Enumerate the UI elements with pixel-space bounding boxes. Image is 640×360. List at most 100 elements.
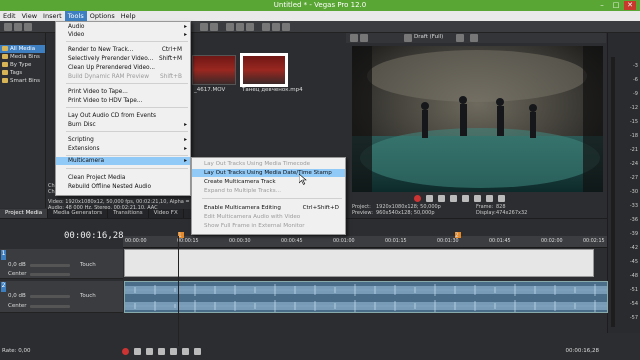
- tree-item-all-media[interactable]: All Media: [0, 45, 45, 53]
- menu-item-extensions[interactable]: Extensions ▸: [56, 145, 190, 153]
- record-icon[interactable]: [122, 348, 129, 355]
- maximize-icon[interactable]: □: [610, 1, 622, 10]
- track-number: 1: [1, 250, 6, 260]
- track-header-audio[interactable]: 2 0,0 dB Center Touch: [0, 281, 123, 313]
- menu-item-build-ram-preview: Build Dynamic RAM Preview Shift+B: [68, 74, 182, 80]
- audio-event[interactable]: [124, 281, 608, 313]
- copy-icon[interactable]: [236, 23, 244, 31]
- menu-item-clean-project-media[interactable]: Clean Project Media: [56, 174, 190, 182]
- external-monitor-icon[interactable]: [404, 34, 412, 42]
- snapshot-icon[interactable]: [470, 34, 478, 42]
- folder-icon: [2, 62, 8, 67]
- track-volume-slider[interactable]: [30, 295, 70, 298]
- tree-item-tags[interactable]: Tags: [0, 69, 45, 77]
- menu-item-expand-to-multiple: Expand to Multiple Tracks...: [204, 188, 281, 194]
- menu-item-scripting[interactable]: Scripting ▸: [56, 136, 190, 144]
- pause-icon[interactable]: [158, 348, 165, 355]
- app-window: Untitled * - Vegas Pro 12.0 – □ ✕ Edit V…: [0, 0, 640, 360]
- menu-item-multicamera[interactable]: Multicamera ▸: [56, 157, 190, 165]
- track-pan-slider[interactable]: [30, 273, 70, 276]
- track-automation[interactable]: Touch: [80, 293, 96, 299]
- paste-icon[interactable]: [246, 23, 254, 31]
- tree-item-by-type[interactable]: By Type: [0, 61, 45, 69]
- menu-item-print-video-to-hdv[interactable]: Print Video to HDV Tape...: [56, 97, 190, 105]
- play-from-start-icon[interactable]: [438, 195, 445, 202]
- save-icon[interactable]: [24, 23, 32, 31]
- menu-item-burn-disc[interactable]: Burn Disc ▸: [56, 121, 190, 129]
- menu-item-audio[interactable]: Audio ▸: [56, 23, 190, 31]
- rate-readout: Rate: 0,00: [2, 348, 31, 354]
- cut-icon[interactable]: [226, 23, 234, 31]
- track-pan: Center: [8, 271, 27, 277]
- loop-icon[interactable]: [134, 348, 141, 355]
- submenu-arrow-icon: ▸: [184, 158, 187, 164]
- menu-item-render-to-new-track[interactable]: Render to New Track... Ctrl+M: [56, 46, 190, 54]
- track-volume-slider[interactable]: [30, 264, 70, 267]
- timeline-current-time: 00:00:16,28: [64, 231, 124, 241]
- close-icon[interactable]: ✕: [624, 1, 636, 10]
- split-icon[interactable]: [360, 34, 368, 42]
- media-thumb-1[interactable]: [192, 55, 236, 85]
- preview-quality[interactable]: Draft (Full): [414, 34, 443, 40]
- tab-video-fx[interactable]: Video FX: [149, 209, 184, 218]
- stage-scene: [352, 46, 603, 192]
- stop-icon[interactable]: [170, 348, 177, 355]
- menu-item-selectively-prerender[interactable]: Selectively Prerender Video... Shift+M: [56, 55, 190, 63]
- menu-item-clean-up-prerendered[interactable]: Clean Up Prerendered Video...: [56, 64, 190, 72]
- menu-tools[interactable]: Tools: [64, 11, 87, 21]
- track-pan-slider[interactable]: [30, 305, 70, 308]
- submenu-arrow-icon: ▸: [184, 24, 187, 30]
- menu-view[interactable]: View: [19, 11, 40, 21]
- menu-options[interactable]: Options: [87, 11, 118, 21]
- play-icon[interactable]: [146, 348, 153, 355]
- lock-icon[interactable]: [272, 23, 280, 31]
- tab-project-media[interactable]: Project Media: [0, 209, 49, 218]
- marker-2[interactable]: 2: [455, 232, 461, 239]
- overlays-icon[interactable]: [456, 34, 464, 42]
- menu-item-create-multicamera-track[interactable]: Create Multicamera Track: [192, 178, 345, 186]
- timeline-ruler[interactable]: 00:00:00 00:00:15 00:00:30 00:00:45 00:0…: [123, 232, 607, 248]
- media-tabs: Project Media Media Generators Transitio…: [0, 209, 200, 218]
- media-thumb-2[interactable]: [240, 53, 288, 87]
- title-bar: Untitled * - Vegas Pro 12.0 – □ ✕: [0, 0, 640, 11]
- next-frame-icon[interactable]: [194, 348, 201, 355]
- menu-item-enable-multicamera-editing[interactable]: Enable Multicamera Editing Ctrl+Shift+D: [192, 204, 345, 212]
- tree-item-smart-bins[interactable]: Smart Bins: [0, 77, 45, 85]
- play-icon[interactable]: [450, 195, 457, 202]
- tab-transitions[interactable]: Transitions: [108, 209, 149, 218]
- loop-icon[interactable]: [426, 195, 433, 202]
- preview-settings-icon[interactable]: [350, 34, 358, 42]
- track-automation[interactable]: Touch: [80, 262, 96, 268]
- menu-insert[interactable]: Insert: [40, 11, 65, 21]
- playhead[interactable]: [178, 236, 179, 346]
- menu-help[interactable]: Help: [118, 11, 139, 21]
- pause-icon[interactable]: [462, 195, 469, 202]
- menu-item-video[interactable]: Video ▸: [56, 31, 190, 39]
- track-header-video[interactable]: 1 0,0 dB Center Touch: [0, 249, 123, 279]
- new-icon[interactable]: [4, 23, 12, 31]
- multicamera-submenu: Lay Out Tracks Using Media Timecode Lay …: [191, 157, 346, 235]
- media-thumb-2-label: Танец девченок.mp4: [242, 87, 303, 93]
- open-icon[interactable]: [14, 23, 22, 31]
- menu-edit[interactable]: Edit: [0, 11, 19, 21]
- menu-item-lay-out-audio-cd[interactable]: Lay Out Audio CD from Events: [56, 112, 190, 120]
- go-to-end-icon[interactable]: [498, 195, 505, 202]
- menu-item-lay-out-datetime[interactable]: Lay Out Tracks Using Media Date/Time Sta…: [192, 169, 345, 177]
- minimize-icon[interactable]: –: [596, 1, 608, 10]
- tab-media-generators[interactable]: Media Generators: [48, 209, 109, 218]
- submenu-arrow-icon: ▸: [184, 32, 187, 38]
- preview-frame: [352, 46, 603, 192]
- menu-item-print-video-to-tape[interactable]: Print Video to Tape...: [56, 88, 190, 96]
- prev-frame-icon[interactable]: [182, 348, 189, 355]
- menu-item-rebuild-offline-audio[interactable]: Rebuild Offline Nested Audio: [56, 183, 190, 191]
- video-event[interactable]: [124, 249, 594, 277]
- ripple-icon[interactable]: [282, 23, 290, 31]
- snap-icon[interactable]: [262, 23, 270, 31]
- go-to-start-icon[interactable]: [486, 195, 493, 202]
- stop-icon[interactable]: [474, 195, 481, 202]
- master-meters: -3 -6 -9 -12 -15 -18 -21 -24 -27 -30 -33…: [607, 33, 640, 333]
- record-icon[interactable]: [414, 195, 421, 202]
- redo-icon[interactable]: [210, 23, 218, 31]
- tree-item-media-bins[interactable]: Media Bins: [0, 53, 45, 61]
- undo-icon[interactable]: [200, 23, 208, 31]
